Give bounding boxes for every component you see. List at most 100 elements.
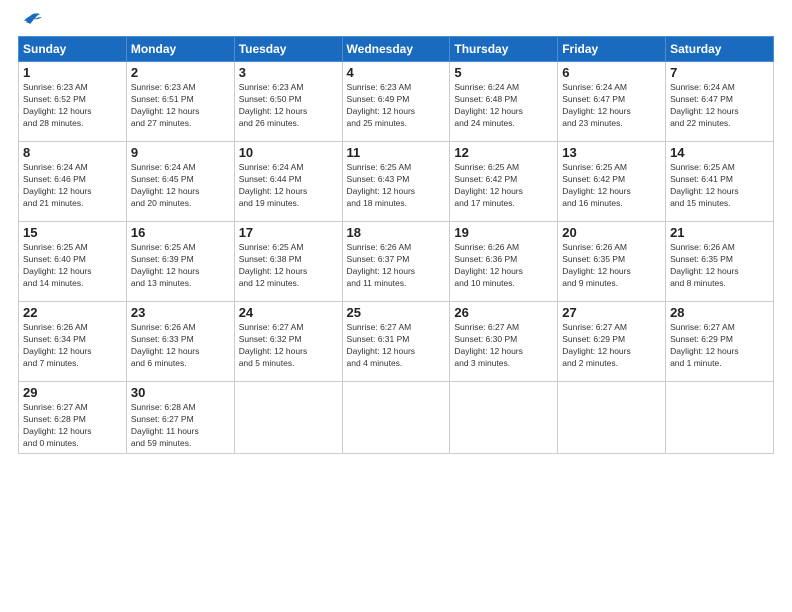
weekday-header-friday: Friday bbox=[558, 37, 666, 62]
day-info: Sunrise: 6:25 AMSunset: 6:42 PMDaylight:… bbox=[562, 162, 661, 210]
calendar-cell: 23 Sunrise: 6:26 AMSunset: 6:33 PMDayligh… bbox=[126, 302, 234, 382]
day-info: Sunrise: 6:23 AMSunset: 6:50 PMDaylight:… bbox=[239, 82, 338, 130]
day-number: 8 bbox=[23, 145, 122, 160]
day-number: 7 bbox=[670, 65, 769, 80]
weekday-header-tuesday: Tuesday bbox=[234, 37, 342, 62]
day-number: 22 bbox=[23, 305, 122, 320]
day-number: 28 bbox=[670, 305, 769, 320]
day-info: Sunrise: 6:24 AMSunset: 6:47 PMDaylight:… bbox=[562, 82, 661, 130]
calendar-cell: 9 Sunrise: 6:24 AMSunset: 6:45 PMDaylight… bbox=[126, 142, 234, 222]
day-info: Sunrise: 6:27 AMSunset: 6:28 PMDaylight:… bbox=[23, 402, 122, 450]
calendar-cell: 25 Sunrise: 6:27 AMSunset: 6:31 PMDayligh… bbox=[342, 302, 450, 382]
logo bbox=[18, 16, 42, 26]
calendar-cell: 14 Sunrise: 6:25 AMSunset: 6:41 PMDayligh… bbox=[666, 142, 774, 222]
day-info: Sunrise: 6:26 AMSunset: 6:33 PMDaylight:… bbox=[131, 322, 230, 370]
calendar-cell: 2Sunrise: 6:23 AMSunset: 6:51 PMDaylight… bbox=[126, 62, 234, 142]
day-info: Sunrise: 6:27 AMSunset: 6:29 PMDaylight:… bbox=[670, 322, 769, 370]
day-number: 6 bbox=[562, 65, 661, 80]
day-number: 4 bbox=[347, 65, 446, 80]
day-info: Sunrise: 6:28 AMSunset: 6:27 PMDaylight:… bbox=[131, 402, 230, 450]
calendar-cell: 27 Sunrise: 6:27 AMSunset: 6:29 PMDayligh… bbox=[558, 302, 666, 382]
day-number: 16 bbox=[131, 225, 230, 240]
calendar-cell: 22 Sunrise: 6:26 AMSunset: 6:34 PMDayligh… bbox=[19, 302, 127, 382]
calendar-cell: 15 Sunrise: 6:25 AMSunset: 6:40 PMDayligh… bbox=[19, 222, 127, 302]
calendar-cell: 24 Sunrise: 6:27 AMSunset: 6:32 PMDayligh… bbox=[234, 302, 342, 382]
calendar-cell: 19Sunrise: 6:26 AMSunset: 6:36 PMDayligh… bbox=[450, 222, 558, 302]
calendar-cell: 8 Sunrise: 6:24 AMSunset: 6:46 PMDaylight… bbox=[19, 142, 127, 222]
weekday-header-row: SundayMondayTuesdayWednesdayThursdayFrid… bbox=[19, 37, 774, 62]
calendar-cell: 29 Sunrise: 6:27 AMSunset: 6:28 PMDayligh… bbox=[19, 382, 127, 454]
day-info: Sunrise: 6:24 AMSunset: 6:47 PMDaylight:… bbox=[670, 82, 769, 130]
header bbox=[18, 16, 774, 26]
calendar-cell: 20Sunrise: 6:26 AMSunset: 6:35 PMDayligh… bbox=[558, 222, 666, 302]
day-number: 18 bbox=[347, 225, 446, 240]
day-number: 27 bbox=[562, 305, 661, 320]
day-number: 30 bbox=[131, 385, 230, 400]
calendar-cell: 3 Sunrise: 6:23 AMSunset: 6:50 PMDaylight… bbox=[234, 62, 342, 142]
calendar-cell bbox=[234, 382, 342, 454]
calendar-cell bbox=[450, 382, 558, 454]
weekday-header-monday: Monday bbox=[126, 37, 234, 62]
day-number: 26 bbox=[454, 305, 553, 320]
day-number: 9 bbox=[131, 145, 230, 160]
calendar-cell: 30 Sunrise: 6:28 AMSunset: 6:27 PMDayligh… bbox=[126, 382, 234, 454]
calendar-cell bbox=[342, 382, 450, 454]
day-number: 17 bbox=[239, 225, 338, 240]
calendar-cell bbox=[666, 382, 774, 454]
calendar-week-1: 1Sunrise: 6:23 AMSunset: 6:52 PMDaylight… bbox=[19, 62, 774, 142]
day-info: Sunrise: 6:27 AMSunset: 6:29 PMDaylight:… bbox=[562, 322, 661, 370]
day-number: 3 bbox=[239, 65, 338, 80]
page: SundayMondayTuesdayWednesdayThursdayFrid… bbox=[0, 0, 792, 612]
day-info: Sunrise: 6:25 AMSunset: 6:41 PMDaylight:… bbox=[670, 162, 769, 210]
day-info: Sunrise: 6:24 AMSunset: 6:46 PMDaylight:… bbox=[23, 162, 122, 210]
calendar-cell: 4 Sunrise: 6:23 AMSunset: 6:49 PMDaylight… bbox=[342, 62, 450, 142]
day-info: Sunrise: 6:24 AMSunset: 6:48 PMDaylight:… bbox=[454, 82, 553, 130]
calendar-cell: 10Sunrise: 6:24 AMSunset: 6:44 PMDayligh… bbox=[234, 142, 342, 222]
day-number: 25 bbox=[347, 305, 446, 320]
calendar-week-3: 15 Sunrise: 6:25 AMSunset: 6:40 PMDayligh… bbox=[19, 222, 774, 302]
calendar-cell: 6 Sunrise: 6:24 AMSunset: 6:47 PMDaylight… bbox=[558, 62, 666, 142]
day-info: Sunrise: 6:25 AMSunset: 6:39 PMDaylight:… bbox=[131, 242, 230, 290]
day-info: Sunrise: 6:25 AMSunset: 6:40 PMDaylight:… bbox=[23, 242, 122, 290]
calendar-table: SundayMondayTuesdayWednesdayThursdayFrid… bbox=[18, 36, 774, 454]
calendar-week-4: 22 Sunrise: 6:26 AMSunset: 6:34 PMDayligh… bbox=[19, 302, 774, 382]
day-number: 2 bbox=[131, 65, 230, 80]
day-number: 12 bbox=[454, 145, 553, 160]
calendar-cell: 13 Sunrise: 6:25 AMSunset: 6:42 PMDayligh… bbox=[558, 142, 666, 222]
day-number: 11 bbox=[347, 145, 446, 160]
day-info: Sunrise: 6:24 AMSunset: 6:45 PMDaylight:… bbox=[131, 162, 230, 210]
day-number: 15 bbox=[23, 225, 122, 240]
day-info: Sunrise: 6:23 AMSunset: 6:49 PMDaylight:… bbox=[347, 82, 446, 130]
calendar-cell: 12Sunrise: 6:25 AMSunset: 6:42 PMDayligh… bbox=[450, 142, 558, 222]
calendar-cell: 1Sunrise: 6:23 AMSunset: 6:52 PMDaylight… bbox=[19, 62, 127, 142]
calendar-cell: 5 Sunrise: 6:24 AMSunset: 6:48 PMDaylight… bbox=[450, 62, 558, 142]
day-number: 14 bbox=[670, 145, 769, 160]
day-number: 19 bbox=[454, 225, 553, 240]
day-info: Sunrise: 6:24 AMSunset: 6:44 PMDaylight:… bbox=[239, 162, 338, 210]
day-number: 20 bbox=[562, 225, 661, 240]
calendar-cell bbox=[558, 382, 666, 454]
day-number: 1 bbox=[23, 65, 122, 80]
day-number: 5 bbox=[454, 65, 553, 80]
weekday-header-thursday: Thursday bbox=[450, 37, 558, 62]
logo-bird-icon bbox=[20, 12, 42, 30]
calendar-cell: 11Sunrise: 6:25 AMSunset: 6:43 PMDayligh… bbox=[342, 142, 450, 222]
day-info: Sunrise: 6:27 AMSunset: 6:32 PMDaylight:… bbox=[239, 322, 338, 370]
day-info: Sunrise: 6:27 AMSunset: 6:31 PMDaylight:… bbox=[347, 322, 446, 370]
calendar-cell: 28 Sunrise: 6:27 AMSunset: 6:29 PMDayligh… bbox=[666, 302, 774, 382]
day-number: 23 bbox=[131, 305, 230, 320]
weekday-header-wednesday: Wednesday bbox=[342, 37, 450, 62]
day-info: Sunrise: 6:26 AMSunset: 6:37 PMDaylight:… bbox=[347, 242, 446, 290]
calendar-cell: 17Sunrise: 6:25 AMSunset: 6:38 PMDayligh… bbox=[234, 222, 342, 302]
day-number: 29 bbox=[23, 385, 122, 400]
weekday-header-sunday: Sunday bbox=[19, 37, 127, 62]
day-number: 21 bbox=[670, 225, 769, 240]
day-number: 24 bbox=[239, 305, 338, 320]
calendar-week-5: 29 Sunrise: 6:27 AMSunset: 6:28 PMDayligh… bbox=[19, 382, 774, 454]
calendar-cell: 26Sunrise: 6:27 AMSunset: 6:30 PMDayligh… bbox=[450, 302, 558, 382]
day-number: 13 bbox=[562, 145, 661, 160]
calendar-cell: 16 Sunrise: 6:25 AMSunset: 6:39 PMDayligh… bbox=[126, 222, 234, 302]
day-info: Sunrise: 6:26 AMSunset: 6:35 PMDaylight:… bbox=[670, 242, 769, 290]
day-info: Sunrise: 6:26 AMSunset: 6:34 PMDaylight:… bbox=[23, 322, 122, 370]
calendar-cell: 7 Sunrise: 6:24 AMSunset: 6:47 PMDaylight… bbox=[666, 62, 774, 142]
